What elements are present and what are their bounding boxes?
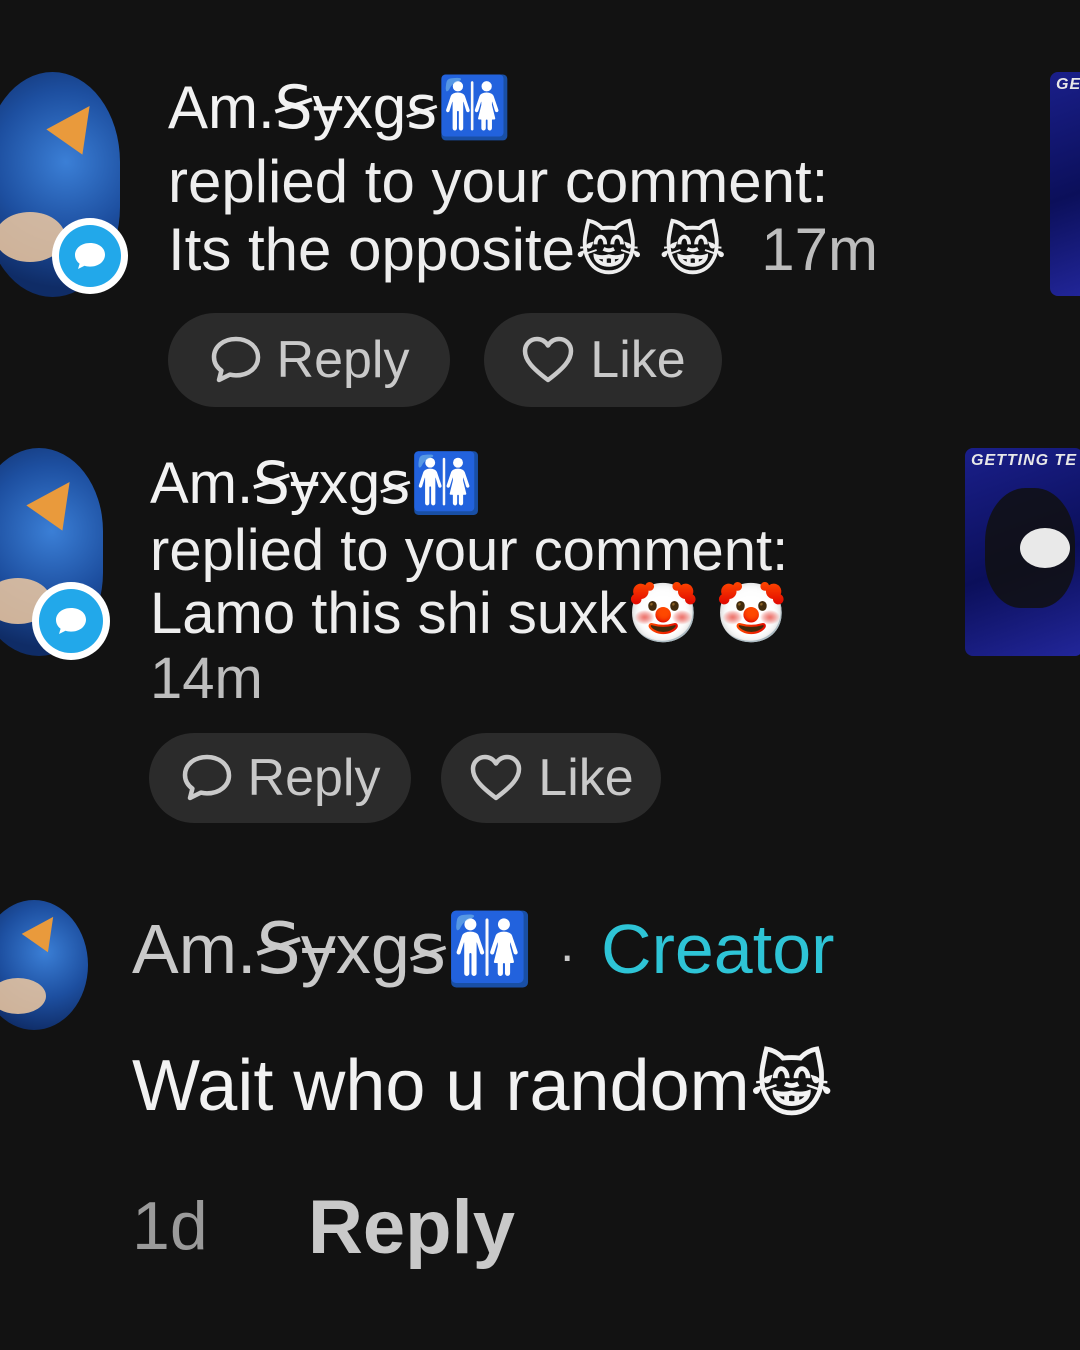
username[interactable]: Am.Ꞩɏxgꞩ🚻 xyxy=(150,455,483,513)
creator-tag: Creator xyxy=(601,910,835,988)
emoji: 😹 xyxy=(749,1046,834,1126)
comment-line: Lamo this shi suxk🤡 🤡 xyxy=(150,585,788,643)
username[interactable]: Am.Ꞩɏxgꞩ🚻 xyxy=(168,78,512,138)
reply-button[interactable]: Reply xyxy=(168,313,450,407)
post-thumbnail[interactable]: GETTING TE xyxy=(965,448,1080,656)
heart-icon xyxy=(523,336,574,383)
like-label: Like xyxy=(590,331,686,389)
comment-text: Its the opposite xyxy=(168,216,575,283)
comment-badge-icon xyxy=(52,218,128,294)
timestamp: 17m xyxy=(761,216,878,283)
reply-action-text: replied to your comment: xyxy=(168,148,829,215)
reply-action-text: replied to your comment: xyxy=(150,518,789,583)
chat-bubble-icon xyxy=(182,754,231,801)
username[interactable]: Am.Ꞩɏxgꞩ🚻 xyxy=(132,910,533,988)
reply-button[interactable]: Reply xyxy=(308,1190,515,1266)
avatar-ear xyxy=(26,469,88,531)
timestamp: 1d xyxy=(132,1188,208,1264)
comment-text: Lamo this shi suxk xyxy=(150,581,628,646)
thumbnail-caption: GETTING TE xyxy=(971,452,1077,469)
like-label: Like xyxy=(538,749,634,807)
comment-header: Am.Ꞩɏxgꞩ🚻 · Creator xyxy=(132,914,834,984)
thumbnail-figure-face xyxy=(1020,528,1070,568)
separator: · xyxy=(558,926,576,983)
avatar-ear xyxy=(21,907,67,953)
post-thumbnail[interactable]: GE xyxy=(1050,72,1080,296)
avatar-face xyxy=(0,978,46,1014)
heart-icon xyxy=(471,754,522,801)
chat-bubble-icon xyxy=(211,336,260,383)
reply-label: Reply xyxy=(247,749,381,807)
reply-label: Reply xyxy=(276,331,410,389)
avatar-ear xyxy=(46,93,108,155)
emoji: 😹 😹 xyxy=(574,218,727,283)
comment-badge-icon xyxy=(32,582,110,660)
comment-line: Its the opposite😹 😹 17m xyxy=(168,220,878,280)
timestamp: 14m xyxy=(150,646,263,711)
like-button[interactable]: Like xyxy=(441,733,661,823)
emoji: 🤡 🤡 xyxy=(627,581,788,646)
like-button[interactable]: Like xyxy=(484,313,722,407)
avatar[interactable] xyxy=(0,900,88,1030)
reply-button[interactable]: Reply xyxy=(149,733,411,823)
comment-text: Wait who u random xyxy=(132,1046,750,1126)
thumbnail-caption: GE xyxy=(1056,76,1080,93)
comment-line: Wait who u random😹 xyxy=(132,1050,834,1122)
